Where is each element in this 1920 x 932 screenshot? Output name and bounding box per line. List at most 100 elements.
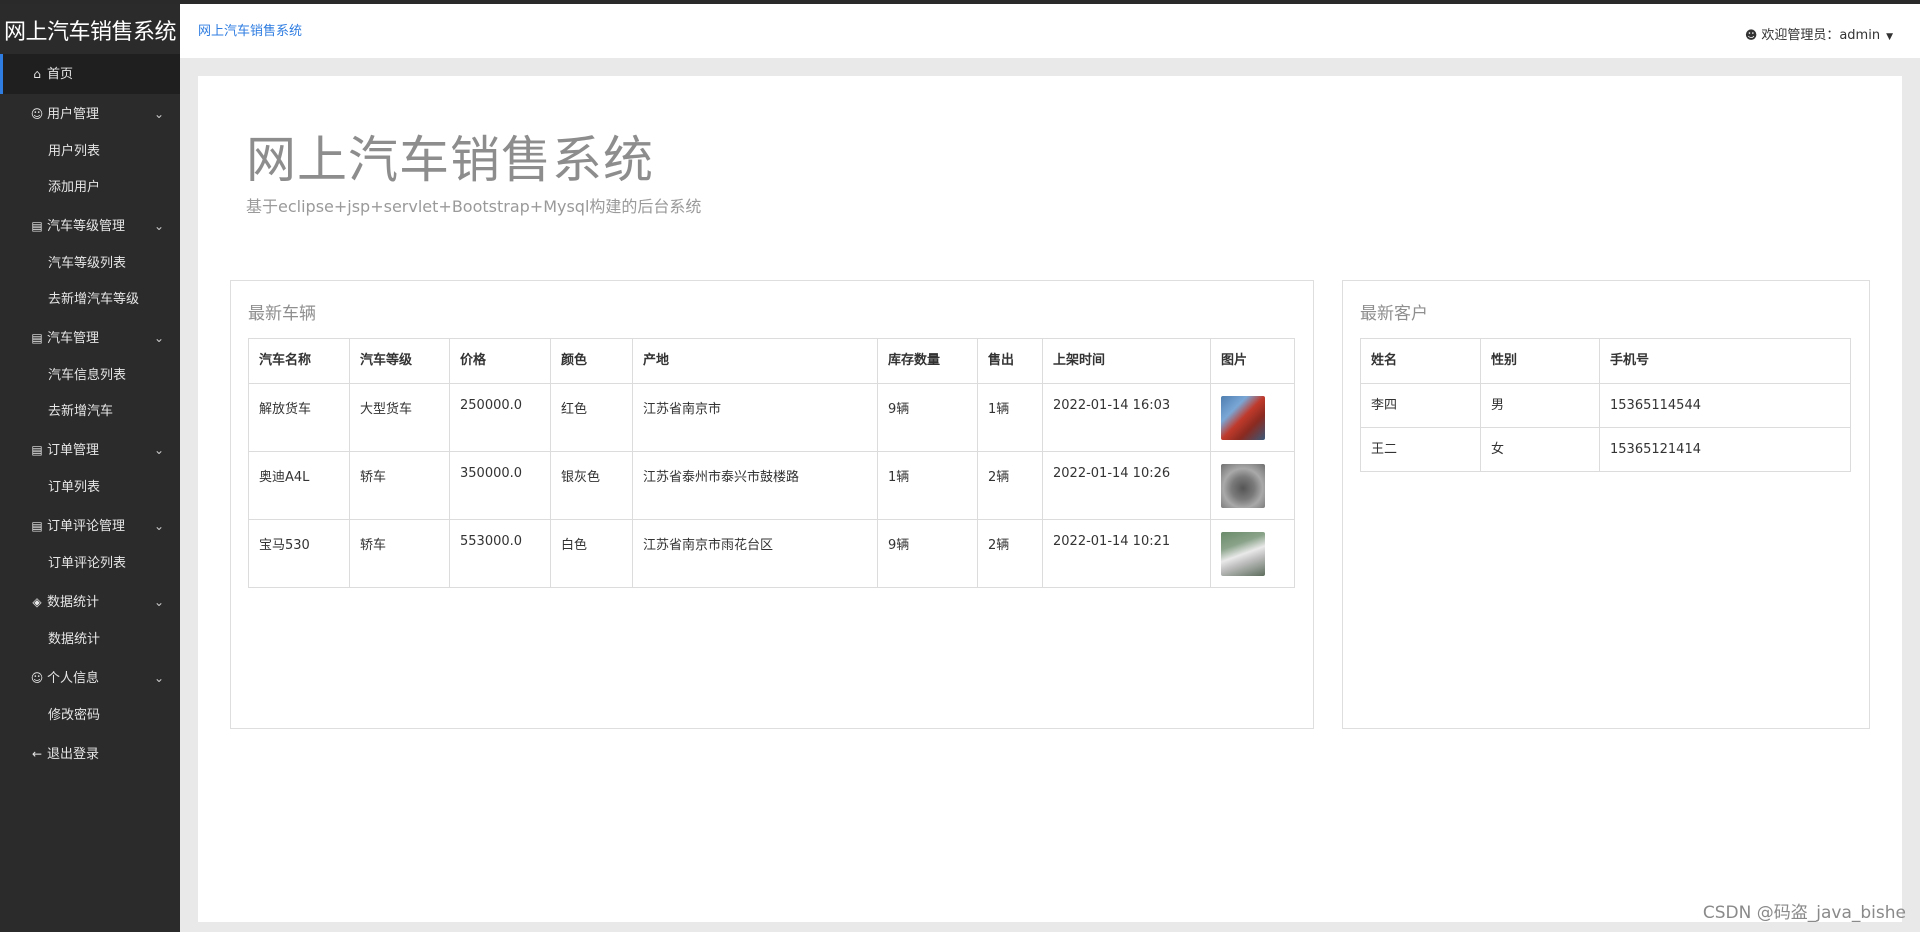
document-icon: ▤: [31, 519, 43, 533]
sidebar-item-car-grade-list[interactable]: 汽车等级列表: [0, 246, 180, 282]
sidebar-item-add-car-grade[interactable]: 去新增汽车等级: [0, 282, 180, 318]
sidebar-item-add-user[interactable]: 添加用户: [0, 170, 180, 206]
cell-stock: 9辆: [877, 383, 978, 452]
sidebar-item-label: 汽车管理: [47, 331, 100, 346]
chevron-down-icon: ⌄: [153, 595, 164, 609]
welcome-text: 欢迎管理员：admin: [1761, 28, 1881, 43]
user-menu[interactable]: ☻ 欢迎管理员：admin ▼: [1745, 24, 1893, 43]
table-row: 宝马530 轿车 553000.0 白色 江苏省南京市雨花台区 9辆 2辆 20…: [248, 519, 1295, 588]
sidebar-item-logout[interactable]: ← 退出登录: [0, 734, 180, 774]
sidebar-item-order-review-list[interactable]: 订单评论列表: [0, 546, 180, 582]
cell-phone: 15365121414: [1599, 427, 1851, 472]
arrow-left-icon: ←: [31, 747, 43, 761]
column-header: 汽车名称: [248, 338, 350, 384]
cell-origin: 江苏省南京市: [632, 383, 878, 452]
cell-sold: 1辆: [977, 383, 1043, 452]
cell-sold: 2辆: [977, 519, 1043, 588]
document-icon: ▤: [31, 219, 43, 233]
cell-origin: 江苏省南京市雨花台区: [632, 519, 878, 588]
sidebar-item-order-list[interactable]: 订单列表: [0, 470, 180, 506]
cell-image: [1210, 383, 1295, 452]
cell-image: [1210, 451, 1295, 520]
cell-car-grade: 轿车: [349, 451, 450, 520]
sidebar-nav: ⌂ 首页 ☺ 用户管理 ⌄ 用户列表 添加用户 ▤ 汽车等级管理 ⌄ 汽车等级列表 去…: [0, 54, 180, 774]
cell-sold: 2辆: [977, 451, 1043, 520]
chevron-down-icon: ⌄: [153, 331, 164, 345]
cell-stock: 1辆: [877, 451, 978, 520]
column-header: 上架时间: [1042, 338, 1211, 384]
customers-table: 姓名 性别 手机号 李四 男 15365114544 王二 女 15365121…: [1360, 338, 1851, 472]
sidebar-item-add-car[interactable]: 去新增汽车: [0, 394, 180, 430]
sidebar-group-user-management[interactable]: ☺ 用户管理 ⌄: [0, 94, 180, 134]
document-icon: ▤: [31, 331, 43, 345]
breadcrumb[interactable]: 网上汽车销售系统: [198, 20, 302, 39]
table-row: 奥迪A4L 轿车 350000.0 银灰色 江苏省泰州市泰兴市鼓楼路 1辆 2辆…: [248, 451, 1295, 520]
chevron-down-icon: ⌄: [153, 107, 164, 121]
smiley-icon: ☻: [1744, 28, 1758, 42]
sidebar-item-statistics[interactable]: 数据统计: [0, 622, 180, 658]
cell-price: 553000.0: [449, 519, 551, 588]
main-content: 网上汽车销售系统 基于eclipse+jsp+servlet+Bootstrap…: [198, 76, 1902, 922]
sidebar-item-label: 订单管理: [47, 443, 100, 458]
car-thumbnail[interactable]: [1221, 464, 1265, 508]
table-header-row: 姓名 性别 手机号: [1360, 338, 1851, 384]
column-header: 姓名: [1360, 338, 1481, 384]
latest-customers-panel: 最新客户 姓名 性别 手机号 李四 男 15365114544 王二 女 153…: [1342, 280, 1870, 729]
home-icon: ⌂: [33, 67, 41, 81]
cell-phone: 15365114544: [1599, 383, 1851, 428]
column-header: 性别: [1480, 338, 1600, 384]
caret-down-icon: ▼: [1886, 32, 1893, 42]
column-header: 产地: [632, 338, 878, 384]
sidebar-item-user-list[interactable]: 用户列表: [0, 134, 180, 170]
sidebar-item-label: 用户管理: [47, 107, 100, 122]
sidebar-item-label: 数据统计: [47, 595, 100, 610]
chevron-down-icon: ⌄: [153, 671, 164, 685]
chevron-down-icon: ⌄: [153, 519, 164, 533]
sidebar-group-order-review-management[interactable]: ▤ 订单评论管理 ⌄: [0, 506, 180, 546]
cell-price: 350000.0: [449, 451, 551, 520]
document-icon: ▤: [31, 443, 43, 457]
cell-color: 白色: [550, 519, 633, 588]
cell-listed-time: 2022-01-14 16:03: [1042, 383, 1211, 452]
sidebar-item-label: 订单评论管理: [47, 519, 126, 534]
sidebar-item-label: 首页: [47, 67, 74, 82]
cell-gender: 女: [1480, 427, 1600, 472]
cell-name: 王二: [1360, 427, 1481, 472]
cell-price: 250000.0: [449, 383, 551, 452]
sidebar-item-home[interactable]: ⌂ 首页: [0, 54, 180, 94]
watermark: CSDN @码盗_java_bishe: [1702, 903, 1906, 923]
chevron-down-icon: ⌄: [153, 219, 164, 233]
column-header: 售出: [977, 338, 1043, 384]
cell-car-name: 奥迪A4L: [248, 451, 350, 520]
cell-car-name: 宝马530: [248, 519, 350, 588]
sidebar-item-label: 退出登录: [47, 747, 100, 762]
car-thumbnail[interactable]: [1221, 396, 1265, 440]
car-thumbnail[interactable]: [1221, 532, 1265, 576]
sidebar-group-order-management[interactable]: ▤ 订单管理 ⌄: [0, 430, 180, 470]
sidebar-group-car-management[interactable]: ▤ 汽车管理 ⌄: [0, 318, 180, 358]
cell-stock: 9辆: [877, 519, 978, 588]
sidebar-group-statistics[interactable]: ◈ 数据统计 ⌄: [0, 582, 180, 622]
sidebar-item-car-info-list[interactable]: 汽车信息列表: [0, 358, 180, 394]
column-header: 图片: [1210, 338, 1295, 384]
sidebar-item-change-password[interactable]: 修改密码: [0, 698, 180, 734]
layers-icon: ◈: [32, 595, 42, 609]
sidebar-item-label: 汽车等级管理: [47, 219, 126, 234]
cell-car-grade: 轿车: [349, 519, 450, 588]
table-row: 李四 男 15365114544: [1360, 383, 1851, 428]
cell-image: [1210, 519, 1295, 588]
column-header: 手机号: [1599, 338, 1851, 384]
page-title: 网上汽车销售系统: [246, 131, 654, 189]
cell-car-grade: 大型货车: [349, 383, 450, 452]
cell-name: 李四: [1360, 383, 1481, 428]
sidebar-group-car-grade-management[interactable]: ▤ 汽车等级管理 ⌄: [0, 206, 180, 246]
column-header: 库存数量: [877, 338, 978, 384]
column-header: 汽车等级: [349, 338, 450, 384]
column-header: 价格: [449, 338, 551, 384]
sidebar-group-personal-info[interactable]: ☺ 个人信息 ⌄: [0, 658, 180, 698]
cell-listed-time: 2022-01-14 10:21: [1042, 519, 1211, 588]
cell-car-name: 解放货车: [248, 383, 350, 452]
app-brand: 网上汽车销售系统: [4, 20, 177, 45]
panel-title: 最新车辆: [248, 304, 316, 324]
cell-color: 银灰色: [550, 451, 633, 520]
